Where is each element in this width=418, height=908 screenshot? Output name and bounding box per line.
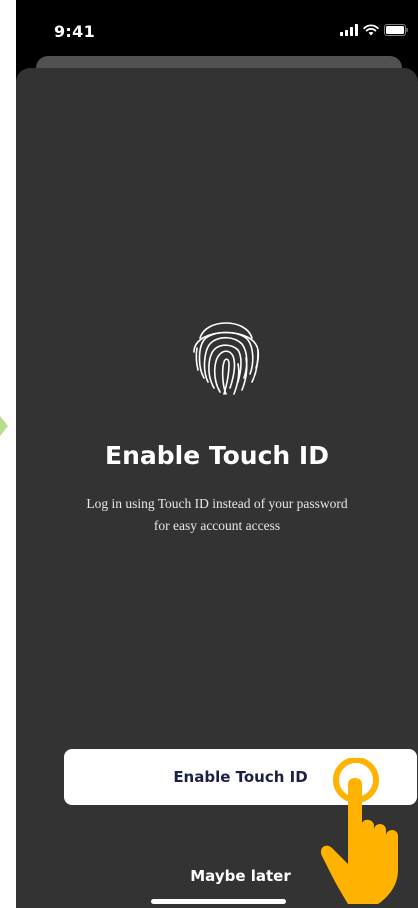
modal-subtitle-line-1: Log in using Touch ID instead of your pa… [86, 496, 348, 511]
status-bar: 9:41 [16, 0, 418, 60]
battery-icon [384, 24, 408, 36]
cellular-signal-icon [340, 24, 358, 36]
modal-subtitle-line-2: for easy account access [153, 518, 281, 533]
fingerprint-icon [193, 322, 260, 395]
modal-subtitle: Log in using Touch ID instead of your pa… [56, 493, 378, 537]
flow-arrow-icon [0, 416, 8, 436]
status-icons [340, 24, 408, 36]
wifi-icon [363, 24, 379, 36]
home-indicator [151, 899, 286, 904]
modal-title: Enable Touch ID [105, 441, 329, 470]
status-time: 9:41 [54, 22, 95, 41]
tap-hand-icon [320, 758, 398, 904]
